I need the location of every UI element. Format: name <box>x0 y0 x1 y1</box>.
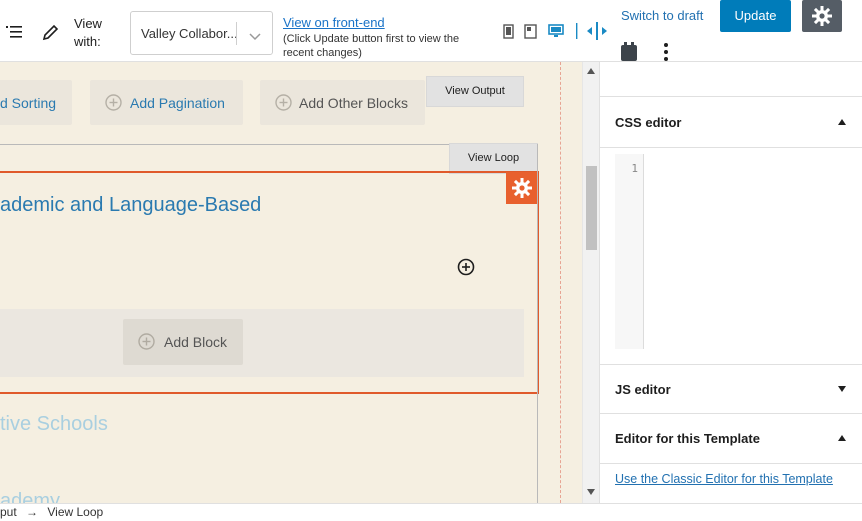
view-output-button[interactable]: View Output <box>426 76 524 107</box>
toolbar-divider <box>576 23 578 44</box>
chevron-down-icon[interactable] <box>249 28 261 46</box>
update-button[interactable]: Update <box>720 0 791 32</box>
loop-item-heading: ademy <box>0 490 61 503</box>
switch-to-draft-link[interactable]: Switch to draft <box>621 8 703 23</box>
js-editor-title: JS editor <box>615 382 671 397</box>
scroll-up-arrow-icon[interactable] <box>587 68 595 74</box>
add-block-button[interactable]: Add Block <box>123 319 243 365</box>
css-code-editor[interactable]: 1 <box>615 154 644 349</box>
add-other-blocks-label: Add Other Blocks <box>299 95 408 111</box>
add-sorting-chip[interactable]: d Sorting <box>0 80 72 125</box>
pencil-icon[interactable] <box>42 24 59 46</box>
loop-item-heading: tive Schools <box>0 413 108 435</box>
add-other-blocks-chip[interactable]: Add Other Blocks <box>260 80 425 125</box>
plus-circle-icon <box>138 333 155 353</box>
chevron-down-icon <box>838 386 846 392</box>
line-number: 1 <box>631 162 638 175</box>
add-sorting-label: d Sorting <box>0 95 57 111</box>
add-pagination-chip[interactable]: Add Pagination <box>90 80 243 125</box>
add-block-label: Add Block <box>164 334 228 350</box>
scrollbar-thumb[interactable] <box>586 166 597 250</box>
select-separator <box>236 22 237 45</box>
template-select-value: Valley Collabor... <box>141 26 238 41</box>
view-loop-button[interactable]: View Loop <box>449 143 538 174</box>
breadcrumb-item[interactable]: View Loop <box>47 505 103 519</box>
breadcrumb-separator: → <box>26 505 39 519</box>
loop-right-border <box>537 144 538 503</box>
add-pagination-label: Add Pagination <box>130 95 225 111</box>
view-with-label: View with: <box>74 16 102 49</box>
plus-circle-icon <box>275 94 292 114</box>
template-editor-panel-header[interactable]: Editor for this Template <box>600 414 862 464</box>
editor-window: View with: Valley Collabor... View on fr… <box>0 0 862 521</box>
canvas-scrollbar[interactable] <box>582 62 599 503</box>
css-editor-panel-header[interactable]: CSS editor <box>600 98 862 148</box>
gear-icon <box>512 178 532 203</box>
scroll-down-arrow-icon[interactable] <box>587 489 595 495</box>
block-appender-zone <box>0 309 524 377</box>
settings-button[interactable] <box>802 0 842 32</box>
breadcrumb-item[interactable]: put <box>0 505 17 519</box>
settings-sidebar: CSS editor 1 JS editor Editor for this T… <box>599 62 862 503</box>
top-toolbar: View with: Valley Collabor... View on fr… <box>0 0 862 62</box>
loop-settings-button[interactable] <box>506 172 538 204</box>
gear-icon <box>812 6 832 31</box>
frontend-note: (Click Update button first to view the r… <box>283 33 460 59</box>
plus-circle-icon <box>105 94 122 114</box>
chevron-up-icon <box>838 119 846 125</box>
view-on-frontend-link[interactable]: View on front-end <box>283 15 385 30</box>
tablet-preview-icon[interactable] <box>524 24 537 44</box>
chevron-up-icon <box>838 435 846 441</box>
template-select[interactable]: Valley Collabor... <box>130 11 273 55</box>
split-view-icon[interactable] <box>586 22 608 45</box>
desktop-preview-icon[interactable] <box>548 24 564 44</box>
output-divider <box>0 144 450 145</box>
canvas-edge-guide <box>560 62 561 503</box>
css-editor-title: CSS editor <box>615 115 682 130</box>
sidebar-divider <box>600 96 862 97</box>
loop-item-heading[interactable]: ademic and Language-Based <box>0 194 261 217</box>
js-editor-panel-header[interactable]: JS editor <box>600 364 862 414</box>
breadcrumb: put → View Loop <box>0 503 862 521</box>
classic-editor-link[interactable]: Use the Classic Editor for this Template <box>615 472 833 486</box>
list-view-icon[interactable] <box>6 25 22 44</box>
editor-canvas: d Sorting Add Pagination Add Other Block… <box>0 62 582 503</box>
template-editor-title: Editor for this Template <box>615 431 760 446</box>
inserter-plus-icon[interactable] <box>457 258 475 281</box>
mobile-preview-icon[interactable] <box>503 24 514 44</box>
